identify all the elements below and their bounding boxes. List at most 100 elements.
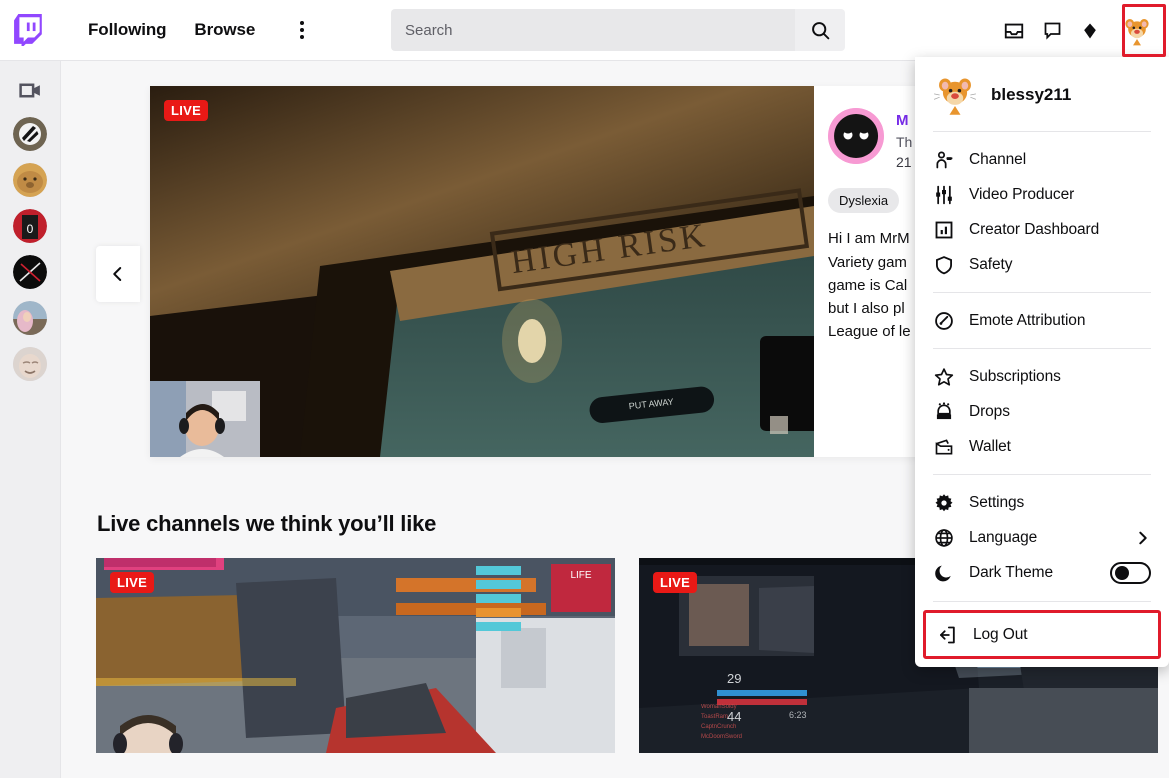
svg-text:44: 44: [727, 709, 741, 724]
emote-attribution-icon: [933, 310, 954, 331]
sidebar-item-channel-6[interactable]: [13, 347, 47, 381]
svg-text:LIFE: LIFE: [570, 570, 591, 581]
divider: [933, 601, 1151, 602]
toggle-knob: [1115, 566, 1129, 580]
sidebar-item-channel-2[interactable]: [13, 163, 47, 197]
channel-avatar[interactable]: [828, 108, 884, 164]
nav-link-following[interactable]: Following: [74, 14, 180, 46]
logout-arrow-icon: [937, 624, 958, 645]
drops-chest-icon: [933, 401, 954, 422]
dropdown-user-header[interactable]: blessy211: [915, 57, 1169, 131]
bar-chart-icon: [933, 219, 954, 240]
dark-theme-toggle[interactable]: [1110, 562, 1151, 584]
twitch-app-window: Following Browse: [0, 0, 1169, 778]
chevron-left-icon: [109, 265, 127, 283]
inbox-icon[interactable]: [997, 14, 1031, 48]
whispers-icon[interactable]: [1035, 14, 1069, 48]
search-icon: [810, 20, 831, 41]
svg-text:ToastRam: ToastRam: [701, 714, 728, 720]
wallet-icon: [933, 436, 954, 457]
stream-title: Th: [896, 132, 912, 152]
search-input[interactable]: [391, 9, 795, 51]
top-navigation-bar: Following Browse: [0, 0, 1169, 61]
menu-item-label: Dark Theme: [969, 564, 1095, 582]
menu-item-drops[interactable]: Drops: [915, 394, 1169, 429]
menu-item-channel[interactable]: Channel: [915, 142, 1169, 177]
nav-left-group: Following Browse: [0, 14, 317, 46]
menu-item-dark-theme[interactable]: Dark Theme: [915, 555, 1169, 591]
streamer-webcam: [150, 381, 260, 457]
live-badge: LIVE: [653, 572, 697, 593]
menu-item-creator-dashboard[interactable]: Creator Dashboard: [915, 212, 1169, 247]
menu-item-label: Creator Dashboard: [969, 221, 1151, 239]
carousel-prev-button[interactable]: [96, 246, 140, 302]
logout-highlight-box: Log Out: [923, 610, 1161, 659]
svg-text:6:23: 6:23: [789, 710, 807, 720]
nav-right-group: [997, 0, 1157, 61]
video-camera-icon[interactable]: [15, 75, 45, 105]
featured-stream-card[interactable]: HIGH RISK PUT AWAY LIVE: [150, 86, 990, 457]
kebab-menu-icon[interactable]: [287, 15, 317, 45]
live-badge: LIVE: [110, 572, 154, 593]
avatar: [1121, 15, 1153, 47]
menu-item-label: Video Producer: [969, 186, 1151, 204]
channel-name[interactable]: M: [896, 110, 912, 132]
menu-item-emote-attribution[interactable]: Emote Attribution: [915, 303, 1169, 338]
menu-item-label: Language: [969, 529, 1120, 547]
menu-item-label: Wallet: [969, 438, 1151, 456]
sidebar-item-channel-5[interactable]: [13, 301, 47, 335]
dropdown-group-commerce: Subscriptions Drops: [915, 349, 1169, 474]
menu-item-label: Emote Attribution: [969, 312, 1151, 330]
nav-links: Following Browse: [74, 14, 269, 46]
sidebar-item-channel-4[interactable]: [13, 255, 47, 289]
avatar: [933, 73, 977, 117]
video-thumbnail[interactable]: LIFE LIVE: [96, 558, 615, 753]
svg-text:0: 0: [27, 222, 34, 236]
channel-person-icon: [933, 149, 954, 170]
moon-icon: [933, 563, 954, 584]
sidebar-item-channel-3[interactable]: 0: [13, 209, 47, 243]
stream-tag[interactable]: Dyslexia: [828, 188, 899, 213]
live-channel-card-1[interactable]: LIFE LIVE: [96, 558, 615, 753]
shield-icon: [933, 254, 954, 275]
svg-text:CaptnCrunch: CaptnCrunch: [701, 724, 736, 730]
star-icon: [933, 366, 954, 387]
left-sidebar: 0: [0, 61, 61, 778]
user-dropdown-menu: blessy211 Channel: [915, 57, 1169, 667]
menu-item-language[interactable]: Language: [915, 520, 1169, 555]
search-bar: [391, 9, 845, 51]
menu-item-label: Safety: [969, 256, 1151, 274]
menu-item-log-out[interactable]: Log Out: [926, 613, 1158, 656]
user-avatar-button[interactable]: [1121, 15, 1153, 47]
gear-icon: [933, 492, 954, 513]
dropdown-group-emote: Emote Attribution: [915, 293, 1169, 348]
menu-item-label: Subscriptions: [969, 368, 1151, 386]
menu-item-wallet[interactable]: Wallet: [915, 429, 1169, 464]
menu-item-label: Channel: [969, 151, 1151, 169]
menu-item-label: Settings: [969, 494, 1151, 512]
channel-meta: M Th 21: [896, 108, 912, 172]
menu-item-video-producer[interactable]: Video Producer: [915, 177, 1169, 212]
sidebar-item-channel-1[interactable]: [13, 117, 47, 151]
chevron-right-icon: [1135, 530, 1151, 546]
menu-item-settings[interactable]: Settings: [915, 485, 1169, 520]
dropdown-group-settings: Settings Language: [915, 475, 1169, 601]
search-button[interactable]: [795, 9, 845, 51]
viewer-count: 21: [896, 152, 912, 172]
menu-item-label: Log Out: [973, 626, 1147, 644]
svg-text:WomanSoldy: WomanSoldy: [701, 704, 737, 710]
stream-thumbnail[interactable]: HIGH RISK PUT AWAY LIVE: [150, 86, 814, 457]
bits-icon[interactable]: [1073, 14, 1107, 48]
svg-text:29: 29: [727, 671, 741, 686]
nav-link-browse[interactable]: Browse: [180, 14, 269, 46]
sliders-icon: [933, 184, 954, 205]
twitch-logo-icon[interactable]: [14, 14, 44, 46]
dropdown-username: blessy211: [991, 85, 1071, 105]
menu-item-safety[interactable]: Safety: [915, 247, 1169, 282]
svg-text:McDoomSword: McDoomSword: [701, 734, 742, 740]
globe-icon: [933, 527, 954, 548]
dropdown-group-channel: Channel Video Producer: [915, 132, 1169, 292]
menu-item-subscriptions[interactable]: Subscriptions: [915, 359, 1169, 394]
menu-item-label: Drops: [969, 403, 1151, 421]
live-badge: LIVE: [164, 100, 208, 121]
